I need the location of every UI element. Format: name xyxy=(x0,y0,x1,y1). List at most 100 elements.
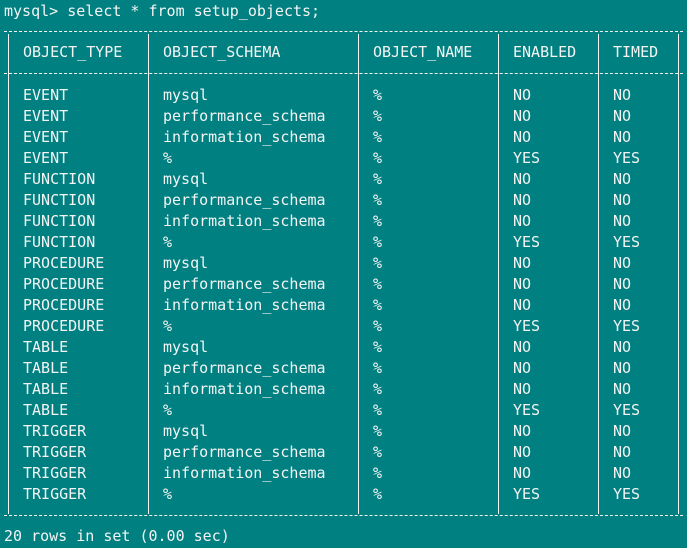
table-row: PROCEDURE performance_schema% NO NO xyxy=(0,274,687,295)
timed-cell: NO xyxy=(613,359,632,377)
object-type-cell: FUNCTION xyxy=(23,212,96,230)
object-schema-cell: mysql xyxy=(163,338,209,356)
enabled-cell: NO xyxy=(513,191,532,209)
timed-cell: YES xyxy=(613,317,641,335)
timed-cell: NO xyxy=(613,443,632,461)
column-header-timed: TIMED xyxy=(613,43,659,61)
enabled-cell: NO xyxy=(513,380,532,398)
timed-cell: NO xyxy=(613,191,632,209)
enabled-cell: YES xyxy=(513,233,541,251)
enabled-cell: YES xyxy=(513,317,541,335)
object-name-cell: % xyxy=(373,359,383,377)
object-type-cell: EVENT xyxy=(23,107,69,125)
object-name-cell: % xyxy=(373,233,383,251)
enabled-cell: NO xyxy=(513,422,532,440)
timed-cell: NO xyxy=(613,422,632,440)
object-name-cell: % xyxy=(373,149,383,167)
table-row: EVENT mysql% NO NO xyxy=(0,85,687,106)
enabled-cell: NO xyxy=(513,254,532,272)
object-name-cell: % xyxy=(373,254,383,272)
table-row: TRIGGER mysql% NO NO xyxy=(0,421,687,442)
table-vertical-rule xyxy=(678,34,679,514)
timed-cell: NO xyxy=(613,380,632,398)
object-schema-cell: information_schema xyxy=(163,212,326,230)
table-row: PROCEDURE information_schema% NO NO xyxy=(0,295,687,316)
object-name-cell: % xyxy=(373,338,383,356)
object-name-cell: % xyxy=(373,191,383,209)
result-summary: 20 rows in set (0.00 sec) xyxy=(4,527,230,545)
object-schema-cell: performance_schema xyxy=(163,191,326,209)
object-name-cell: % xyxy=(373,317,383,335)
object-type-cell: PROCEDURE xyxy=(23,296,105,314)
object-type-cell: TABLE xyxy=(23,401,69,419)
object-schema-cell: mysql xyxy=(163,86,209,104)
enabled-cell: NO xyxy=(513,443,532,461)
timed-cell: NO xyxy=(613,128,632,146)
enabled-cell: YES xyxy=(513,401,541,419)
enabled-cell: NO xyxy=(513,359,532,377)
enabled-cell: NO xyxy=(513,128,532,146)
object-schema-cell: % xyxy=(163,233,173,251)
column-header-object-name: OBJECT_NAME xyxy=(373,43,473,61)
object-type-cell: TRIGGER xyxy=(23,464,87,482)
object-name-cell: % xyxy=(373,107,383,125)
timed-cell: YES xyxy=(613,149,641,167)
table-row: FUNCTION mysql% NO NO xyxy=(0,169,687,190)
table-row: PROCEDURE mysql% NO NO xyxy=(0,253,687,274)
enabled-cell: NO xyxy=(513,107,532,125)
table-bottom-border xyxy=(4,515,683,516)
table-header-row: OBJECT_TYPE OBJECT_SCHEMA OBJECT_NAME EN… xyxy=(0,42,687,63)
object-name-cell: % xyxy=(373,464,383,482)
object-schema-cell: performance_schema xyxy=(163,107,326,125)
object-type-cell: FUNCTION xyxy=(23,233,96,251)
object-schema-cell: % xyxy=(163,317,173,335)
object-schema-cell: mysql xyxy=(163,422,209,440)
object-schema-cell: mysql xyxy=(163,254,209,272)
object-type-cell: PROCEDURE xyxy=(23,275,105,293)
table-row: TABLE%% YES YES xyxy=(0,400,687,421)
table-row: TRIGGER performance_schema% NO NO xyxy=(0,442,687,463)
object-schema-cell: information_schema xyxy=(163,128,326,146)
object-schema-cell: information_schema xyxy=(163,296,326,314)
object-name-cell: % xyxy=(373,401,383,419)
object-schema-cell: information_schema xyxy=(163,464,326,482)
object-name-cell: % xyxy=(373,212,383,230)
timed-cell: YES xyxy=(613,401,641,419)
object-schema-cell: mysql xyxy=(163,170,209,188)
timed-cell: NO xyxy=(613,296,632,314)
object-type-cell: TABLE xyxy=(23,338,69,356)
object-type-cell: PROCEDURE xyxy=(23,254,105,272)
object-name-cell: % xyxy=(373,485,383,503)
object-type-cell: TRIGGER xyxy=(23,443,87,461)
table-vertical-rule xyxy=(498,34,499,514)
table-row: PROCEDURE%% YES YES xyxy=(0,316,687,337)
object-type-cell: TABLE xyxy=(23,359,69,377)
object-name-cell: % xyxy=(373,380,383,398)
object-name-cell: % xyxy=(373,170,383,188)
table-row: TABLE performance_schema% NO NO xyxy=(0,358,687,379)
table-row: TRIGGER%% YES YES xyxy=(0,484,687,505)
table-top-border xyxy=(4,31,683,32)
table-row: EVENT%% YES YES xyxy=(0,148,687,169)
object-name-cell: % xyxy=(373,296,383,314)
table-row: EVENT information_schema% NO NO xyxy=(0,127,687,148)
object-schema-cell: % xyxy=(163,485,173,503)
timed-cell: NO xyxy=(613,86,632,104)
column-header-object-type: OBJECT_TYPE xyxy=(23,43,123,61)
object-name-cell: % xyxy=(373,443,383,461)
object-type-cell: TRIGGER xyxy=(23,485,87,503)
object-schema-cell: % xyxy=(163,149,173,167)
object-name-cell: % xyxy=(373,422,383,440)
timed-cell: NO xyxy=(613,338,632,356)
table-row: FUNCTION%% YES YES xyxy=(0,232,687,253)
table-header-border xyxy=(4,73,683,74)
enabled-cell: NO xyxy=(513,212,532,230)
object-type-cell: FUNCTION xyxy=(23,191,96,209)
timed-cell: NO xyxy=(613,107,632,125)
timed-cell: NO xyxy=(613,275,632,293)
object-name-cell: % xyxy=(373,86,383,104)
table-row: FUNCTION information_schema% NO NO xyxy=(0,211,687,232)
object-name-cell: % xyxy=(373,275,383,293)
enabled-cell: NO xyxy=(513,338,532,356)
table-row: TABLE information_schema% NO NO xyxy=(0,379,687,400)
